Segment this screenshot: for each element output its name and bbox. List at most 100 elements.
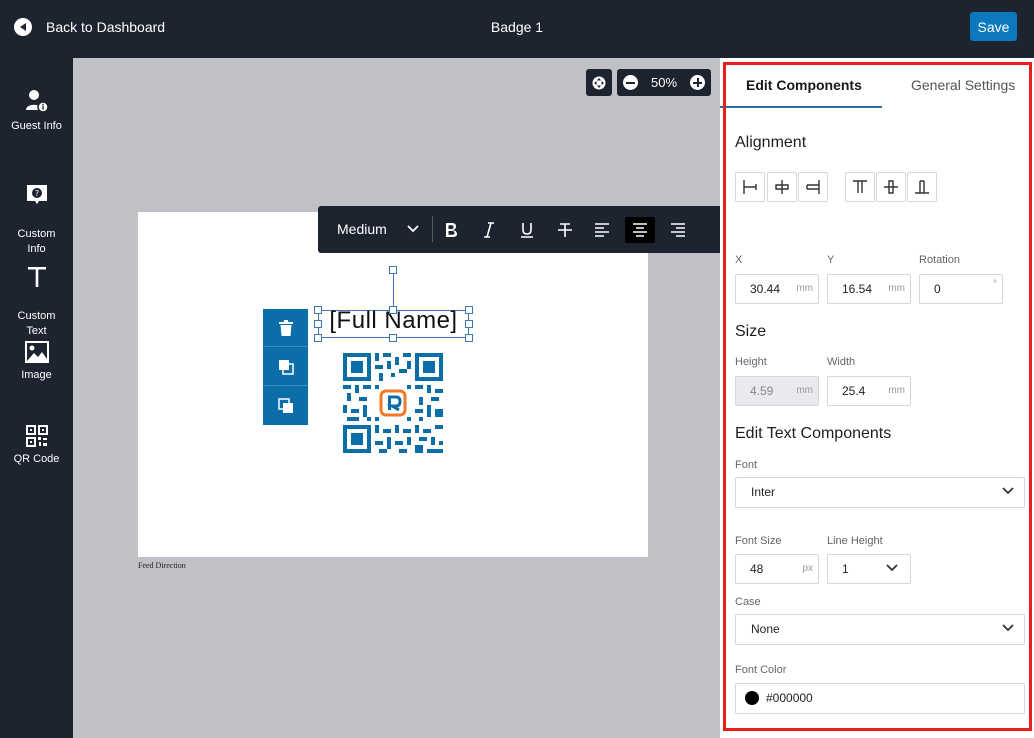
back-arrow-icon — [14, 18, 32, 36]
align-left-icon — [595, 223, 609, 237]
element-actions — [263, 309, 308, 425]
image-icon — [24, 341, 49, 363]
bring-forward-button[interactable] — [263, 348, 308, 386]
size-title: Size — [735, 323, 767, 340]
line-height-select[interactable]: 1 — [827, 554, 911, 584]
width-input[interactable]: 25.4 mm — [827, 376, 911, 406]
trash-icon — [278, 319, 293, 336]
y-label: Y — [827, 254, 835, 266]
rotation-unit: ° — [993, 279, 997, 290]
rotation-label: Rotation — [919, 254, 960, 266]
font-color-picker[interactable]: #000000 — [735, 683, 1025, 714]
guest-info-icon — [25, 90, 49, 113]
sidebar-item-custom-text[interactable]: Custom Text — [0, 250, 73, 339]
font-weight-select[interactable]: Medium — [337, 221, 419, 237]
rotation-value: 0 — [934, 282, 941, 296]
align-vertical-center-icon — [884, 180, 898, 194]
resize-handle-bottom-right[interactable] — [465, 334, 473, 342]
qr-code-icon — [25, 425, 48, 447]
align-top-edge-button[interactable] — [845, 172, 875, 202]
align-left-edge-button[interactable] — [735, 172, 765, 202]
chevron-down-icon — [886, 564, 898, 572]
width-value: 25.4 — [842, 384, 866, 398]
font-value: Inter — [751, 485, 776, 499]
rotate-handle[interactable] — [389, 266, 397, 274]
underline-icon — [521, 223, 533, 238]
width-label: Width — [827, 356, 856, 368]
custom-info-icon: ? — [26, 185, 47, 204]
zoom-in-button[interactable] — [690, 75, 705, 90]
resize-handle-top[interactable] — [389, 306, 397, 314]
sidebar-item-guest-info[interactable]: Guest Info — [0, 88, 73, 134]
y-input[interactable]: 16.54 mm — [827, 274, 911, 304]
resize-handle-bottom[interactable] — [389, 334, 397, 342]
align-left-button[interactable] — [587, 217, 617, 243]
case-label: Case — [735, 596, 761, 608]
case-value: None — [751, 622, 780, 636]
strikethrough-icon — [558, 223, 572, 237]
font-size-value: 48 — [750, 562, 764, 576]
align-top-edge-icon — [853, 180, 867, 193]
align-center-button[interactable] — [625, 217, 655, 243]
sidebar-item-custom-info[interactable]: ? Custom Info — [0, 168, 73, 257]
font-weight-value: Medium — [337, 221, 387, 237]
align-horizontal-center-button[interactable] — [767, 172, 797, 202]
sidebar-item-label: Guest Info — [11, 120, 62, 132]
font-size-label: Font Size — [735, 535, 782, 547]
fit-to-screen-button[interactable] — [586, 69, 612, 96]
underline-button[interactable] — [512, 217, 542, 243]
resize-handle-bottom-left[interactable] — [314, 334, 322, 342]
chevron-down-icon — [407, 225, 419, 233]
resize-handle-left[interactable] — [314, 320, 322, 328]
height-unit: mm — [796, 385, 813, 396]
send-backward-button[interactable] — [263, 387, 308, 425]
x-input[interactable]: 30.44 mm — [735, 274, 819, 304]
x-unit: mm — [796, 283, 813, 294]
resize-handle-top-left[interactable] — [314, 306, 322, 314]
align-right-edge-button[interactable] — [798, 172, 828, 202]
height-value: 4.59 — [750, 384, 774, 398]
align-bottom-edge-button[interactable] — [907, 172, 937, 202]
bring-forward-icon — [278, 359, 294, 375]
zoom-control: 50% — [617, 69, 711, 96]
sidebar-item-image[interactable]: Image — [0, 341, 73, 383]
custom-text-icon — [27, 267, 46, 287]
y-value: 16.54 — [842, 282, 873, 296]
align-vertical-center-button[interactable] — [876, 172, 906, 202]
align-left-edge-icon — [743, 180, 757, 194]
line-height-value: 1 — [842, 562, 849, 576]
save-button[interactable]: Save — [970, 12, 1017, 41]
toolbar-divider — [432, 216, 433, 242]
alignment-title: Alignment — [735, 134, 807, 151]
sidebar: Guest Info ? Custom Info Custom Text Ima… — [0, 58, 73, 738]
rotation-input[interactable]: 0 ° — [919, 274, 1003, 304]
case-select[interactable]: None — [735, 614, 1025, 645]
align-center-icon — [633, 223, 647, 237]
qr-code-element[interactable] — [343, 353, 443, 453]
line-height-label: Line Height — [827, 535, 883, 547]
color-swatch — [745, 691, 759, 705]
align-right-edge-icon — [806, 180, 820, 194]
resize-handle-top-right[interactable] — [465, 306, 473, 314]
zoom-out-button[interactable] — [623, 75, 638, 90]
italic-button[interactable] — [474, 217, 504, 243]
sidebar-item-label: Image — [21, 369, 52, 381]
bold-icon — [446, 223, 457, 237]
sidebar-item-label: Custom Text — [17, 310, 56, 337]
x-value: 30.44 — [750, 282, 781, 296]
resize-handle-right[interactable] — [465, 320, 473, 328]
italic-icon — [484, 222, 494, 238]
delete-element-button[interactable] — [263, 309, 308, 347]
tab-edit-components[interactable]: Edit Components — [746, 77, 862, 93]
top-bar: Back to Dashboard Badge 1 Save — [0, 0, 1034, 58]
strikethrough-button[interactable] — [550, 217, 580, 243]
bold-button[interactable] — [436, 217, 466, 243]
font-size-input[interactable]: 48 px — [735, 554, 819, 584]
back-to-dashboard-button[interactable]: Back to Dashboard — [14, 18, 165, 36]
sidebar-item-qr-code[interactable]: QR Code — [0, 425, 73, 467]
align-right-button[interactable] — [663, 217, 693, 243]
tab-general-settings[interactable]: General Settings — [911, 77, 1015, 93]
send-backward-icon — [277, 398, 293, 413]
font-select[interactable]: Inter — [735, 477, 1025, 508]
edit-text-components-title: Edit Text Components — [735, 425, 892, 442]
